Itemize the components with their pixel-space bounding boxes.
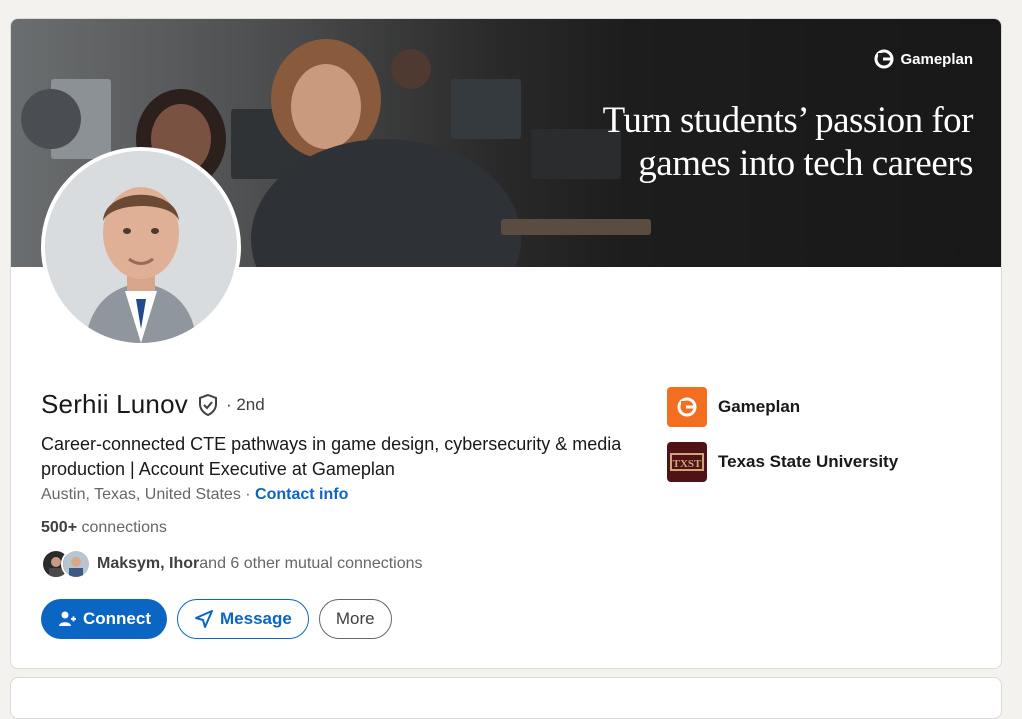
mutual-connections[interactable]: Maksym, Ihor and 6 other mutual connecti… (41, 549, 423, 579)
tagline-line-1: Turn students’ passion for (602, 100, 974, 141)
txst-logo-icon: TXST (667, 442, 707, 482)
connections-label: connections (77, 519, 167, 536)
location-row: Austin, Texas, United States · Contact i… (41, 486, 348, 504)
profile-card: Gameplan Turn students’ passion for game… (10, 18, 1002, 669)
profile-name: Serhii Lunov (41, 389, 188, 419)
connect-button[interactable]: Connect (41, 599, 167, 639)
tagline-line-2: games into tech careers (638, 143, 973, 184)
add-person-icon (59, 611, 76, 626)
more-button[interactable]: More (318, 599, 392, 639)
gameplan-brand-icon (874, 49, 894, 69)
profile-organizations: Gameplan TXST Texas State University (667, 387, 898, 497)
brand-name: Gameplan (900, 50, 973, 68)
org-texas-state[interactable]: TXST Texas State University (667, 442, 898, 482)
mutual-names: Maksym, Ihor (97, 555, 200, 572)
connections-count[interactable]: 500+ connections (41, 519, 167, 537)
message-label: Message (220, 609, 292, 628)
location-separator: · (240, 486, 256, 503)
more-label: More (335, 609, 375, 628)
connections-number: 500+ (41, 519, 78, 536)
profile-photo (45, 151, 237, 343)
gameplan-brand: Gameplan (874, 49, 973, 69)
verified-shield-icon[interactable] (196, 393, 220, 417)
mutual-rest: and 6 other mutual connections (199, 555, 423, 572)
contact-info-link[interactable]: Contact info (255, 486, 348, 503)
org-gameplan[interactable]: Gameplan (667, 387, 898, 427)
profile-actions: Connect Message More (41, 599, 392, 639)
banner-tagline: Turn students’ passion for games into te… (543, 99, 974, 185)
org-name: Texas State University (718, 452, 899, 471)
profile-headline: Career-connected CTE pathways in game de… (41, 434, 622, 479)
send-icon (195, 610, 213, 628)
connect-label: Connect (83, 609, 151, 628)
gameplan-logo-icon (667, 387, 707, 427)
org-name: Gameplan (718, 397, 801, 416)
mutual-avatars (41, 549, 93, 579)
profile-location: Austin, Texas, United States (41, 486, 241, 503)
mutual-avatar-2 (61, 549, 91, 579)
name-row: Serhii Lunov · 2nd (41, 389, 265, 420)
connection-degree: · 2nd (225, 394, 265, 414)
txst-logo-text: TXST (673, 458, 702, 470)
next-section-card (10, 677, 1002, 719)
message-button[interactable]: Message (177, 599, 309, 639)
profile-avatar[interactable] (41, 147, 241, 347)
